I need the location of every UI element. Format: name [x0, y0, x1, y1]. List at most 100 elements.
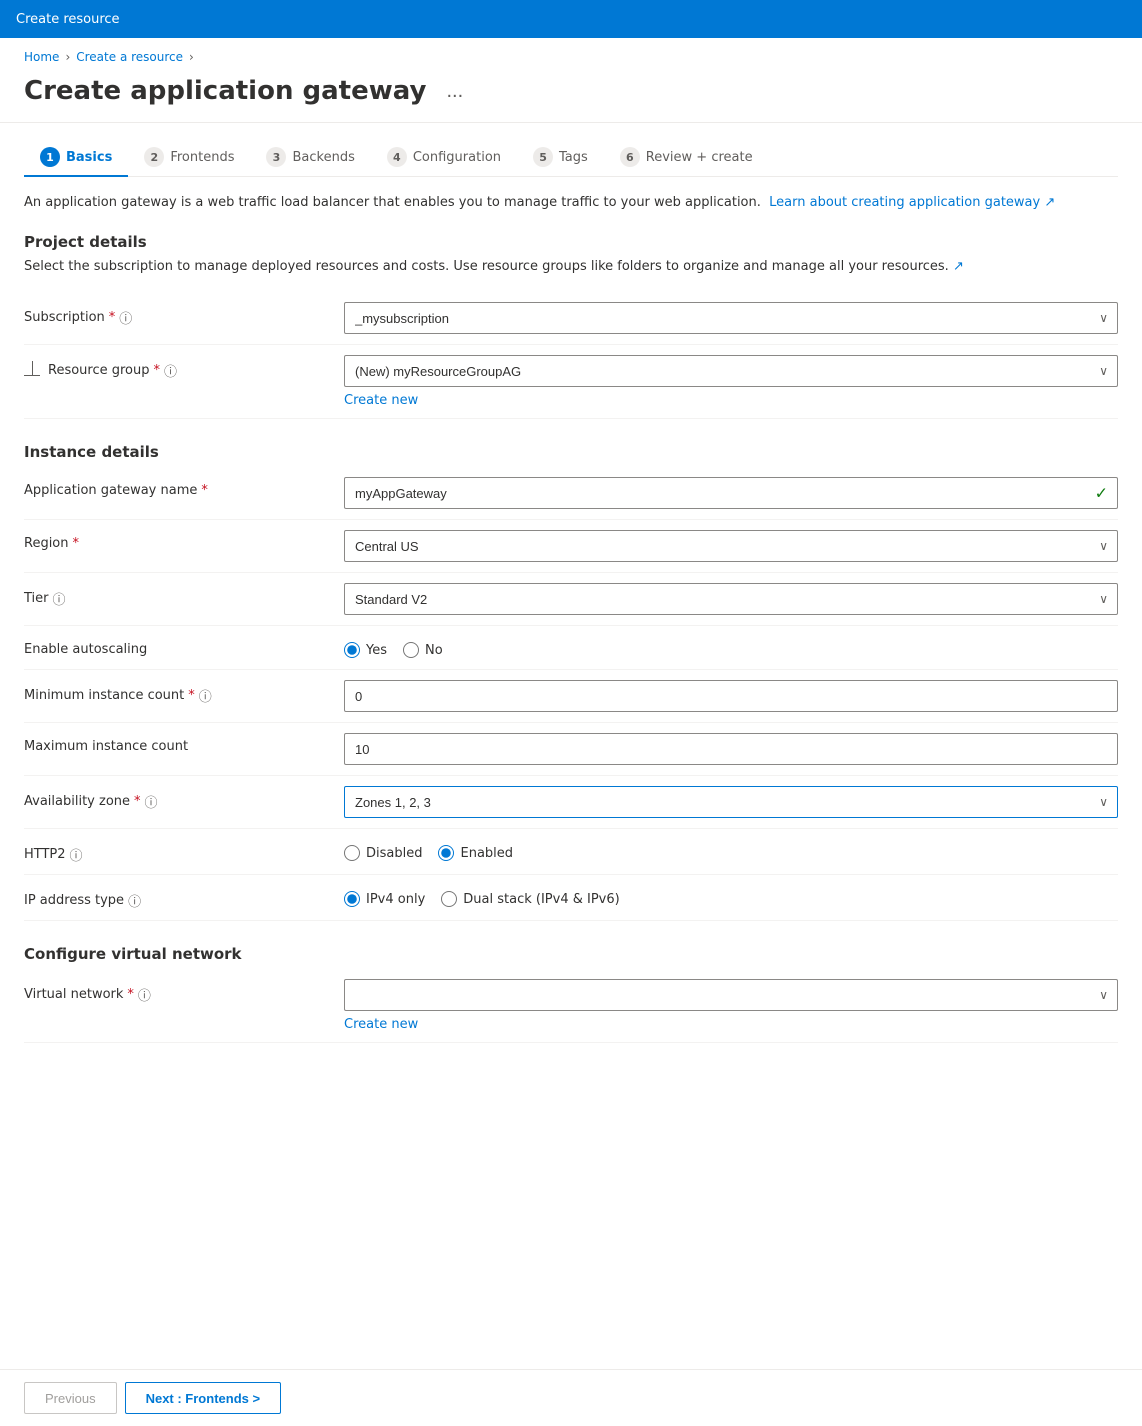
ip-address-type-row: IP address type ⓘ IPv4 only Dual stack (… [24, 875, 1118, 921]
previous-button[interactable]: Previous [24, 1382, 117, 1414]
virtual-network-label: Virtual network * ⓘ [24, 979, 344, 1004]
tab-backends-label: Backends [292, 150, 354, 165]
max-instance-input[interactable] [344, 733, 1118, 765]
main-content: 1 Basics 2 Frontends 3 Backends 4 Config… [0, 123, 1142, 1123]
max-instance-row: Maximum instance count [24, 723, 1118, 776]
instance-details-title: Instance details [24, 443, 1118, 461]
subscription-row: Subscription * ⓘ _mysubscription ∨ [24, 292, 1118, 345]
min-instance-row: Minimum instance count * ⓘ [24, 670, 1118, 723]
gateway-name-row: Application gateway name * ✓ [24, 467, 1118, 520]
project-desc-link[interactable]: ↗ [953, 259, 964, 274]
breadcrumb-create-resource[interactable]: Create a resource [76, 50, 183, 64]
autoscaling-yes-radio[interactable] [344, 642, 360, 658]
availability-zone-required: * [134, 794, 141, 809]
gateway-name-input-wrapper: ✓ [344, 477, 1118, 509]
tab-review[interactable]: 6 Review + create [604, 139, 769, 177]
virtual-network-info-icon[interactable]: ⓘ [138, 985, 151, 1004]
ip-address-type-info-icon[interactable]: ⓘ [128, 891, 141, 910]
next-button[interactable]: Next : Frontends > [125, 1382, 282, 1414]
virtual-network-create-new[interactable]: Create new [344, 1017, 1118, 1032]
resource-group-info-icon[interactable]: ⓘ [164, 361, 177, 380]
tab-tags-number: 5 [533, 147, 553, 167]
virtual-network-select[interactable] [344, 979, 1118, 1011]
tier-select-wrapper: Standard V2 ∨ [344, 583, 1118, 615]
connector-line [24, 355, 40, 376]
region-required: * [73, 536, 80, 551]
resource-group-create-new[interactable]: Create new [344, 393, 1118, 408]
tab-tags-label: Tags [559, 150, 588, 165]
ellipsis-button[interactable]: ... [438, 78, 471, 105]
http2-disabled-radio[interactable] [344, 845, 360, 861]
tab-frontends-label: Frontends [170, 150, 234, 165]
footer: Previous Next : Frontends > [0, 1369, 1142, 1426]
autoscaling-no-radio[interactable] [403, 642, 419, 658]
http2-enabled-option[interactable]: Enabled [438, 845, 513, 861]
min-instance-info-icon[interactable]: ⓘ [199, 686, 212, 705]
ip-address-type-label: IP address type ⓘ [24, 885, 344, 910]
http2-enabled-radio[interactable] [438, 845, 454, 861]
http2-disabled-option[interactable]: Disabled [344, 845, 422, 861]
project-details-desc: Select the subscription to manage deploy… [24, 257, 1118, 277]
tier-row: Tier ⓘ Standard V2 ∨ [24, 573, 1118, 626]
dual-stack-option[interactable]: Dual stack (IPv4 & IPv6) [441, 891, 619, 907]
tab-basics[interactable]: 1 Basics [24, 139, 128, 177]
autoscaling-yes-option[interactable]: Yes [344, 642, 387, 658]
tab-frontends-number: 2 [144, 147, 164, 167]
region-select[interactable]: Central US [344, 530, 1118, 562]
http2-field: Disabled Enabled [344, 839, 1118, 861]
resource-group-select[interactable]: (New) myResourceGroupAG [344, 355, 1118, 387]
subscription-field: _mysubscription ∨ [344, 302, 1118, 334]
http2-info-icon[interactable]: ⓘ [70, 845, 83, 864]
region-label: Region * [24, 530, 344, 551]
breadcrumb-sep2: › [189, 50, 194, 64]
virtual-network-required: * [127, 987, 134, 1002]
project-details-title: Project details [24, 233, 1118, 251]
http2-label: HTTP2 ⓘ [24, 839, 344, 864]
tier-select[interactable]: Standard V2 [344, 583, 1118, 615]
breadcrumb: Home › Create a resource › [0, 38, 1142, 68]
autoscaling-no-option[interactable]: No [403, 642, 443, 658]
ip-address-type-field: IPv4 only Dual stack (IPv4 & IPv6) [344, 885, 1118, 907]
breadcrumb-sep1: › [65, 50, 70, 64]
http2-radio-group: Disabled Enabled [344, 839, 1118, 861]
tier-field: Standard V2 ∨ [344, 583, 1118, 615]
availability-zone-select[interactable]: Zones 1, 2, 3 [344, 786, 1118, 818]
learn-more-link[interactable]: Learn about creating application gateway… [769, 195, 1055, 210]
availability-zone-field: Zones 1, 2, 3 ∨ [344, 786, 1118, 818]
tab-configuration-label: Configuration [413, 150, 501, 165]
availability-zone-label: Availability zone * ⓘ [24, 786, 344, 811]
min-instance-input[interactable] [344, 680, 1118, 712]
virtual-network-row: Virtual network * ⓘ ∨ Create new [24, 969, 1118, 1043]
ipv4-only-radio[interactable] [344, 891, 360, 907]
dual-stack-radio[interactable] [441, 891, 457, 907]
autoscaling-row: Enable autoscaling Yes No [24, 626, 1118, 670]
gateway-name-label: Application gateway name * [24, 477, 344, 498]
resource-group-label: Resource group * ⓘ [48, 355, 177, 380]
region-field: Central US ∨ [344, 530, 1118, 562]
subscription-select[interactable]: _mysubscription [344, 302, 1118, 334]
tab-configuration[interactable]: 4 Configuration [371, 139, 517, 177]
ipv4-only-option[interactable]: IPv4 only [344, 891, 425, 907]
breadcrumb-home[interactable]: Home [24, 50, 59, 64]
gateway-name-field: ✓ [344, 477, 1118, 509]
ipv4-only-label: IPv4 only [366, 892, 425, 907]
resource-group-row: Resource group * ⓘ (New) myResourceGroup… [24, 345, 1118, 419]
subscription-required: * [109, 310, 116, 325]
page-description: An application gateway is a web traffic … [24, 193, 1118, 213]
availability-zone-info-icon[interactable]: ⓘ [145, 792, 158, 811]
tab-backends[interactable]: 3 Backends [250, 139, 370, 177]
resource-group-field: (New) myResourceGroupAG ∨ Create new [344, 355, 1118, 408]
region-row: Region * Central US ∨ [24, 520, 1118, 573]
tab-tags[interactable]: 5 Tags [517, 139, 604, 177]
subscription-info-icon[interactable]: ⓘ [119, 308, 132, 327]
virtual-network-field: ∨ Create new [344, 979, 1118, 1032]
tab-review-number: 6 [620, 147, 640, 167]
max-instance-label: Maximum instance count [24, 733, 344, 754]
max-instance-field [344, 733, 1118, 765]
tab-frontends[interactable]: 2 Frontends [128, 139, 250, 177]
availability-zone-row: Availability zone * ⓘ Zones 1, 2, 3 ∨ [24, 776, 1118, 829]
tier-info-icon[interactable]: ⓘ [53, 589, 66, 608]
ip-address-type-radio-group: IPv4 only Dual stack (IPv4 & IPv6) [344, 885, 1118, 907]
tab-backends-number: 3 [266, 147, 286, 167]
gateway-name-input[interactable] [344, 477, 1118, 509]
